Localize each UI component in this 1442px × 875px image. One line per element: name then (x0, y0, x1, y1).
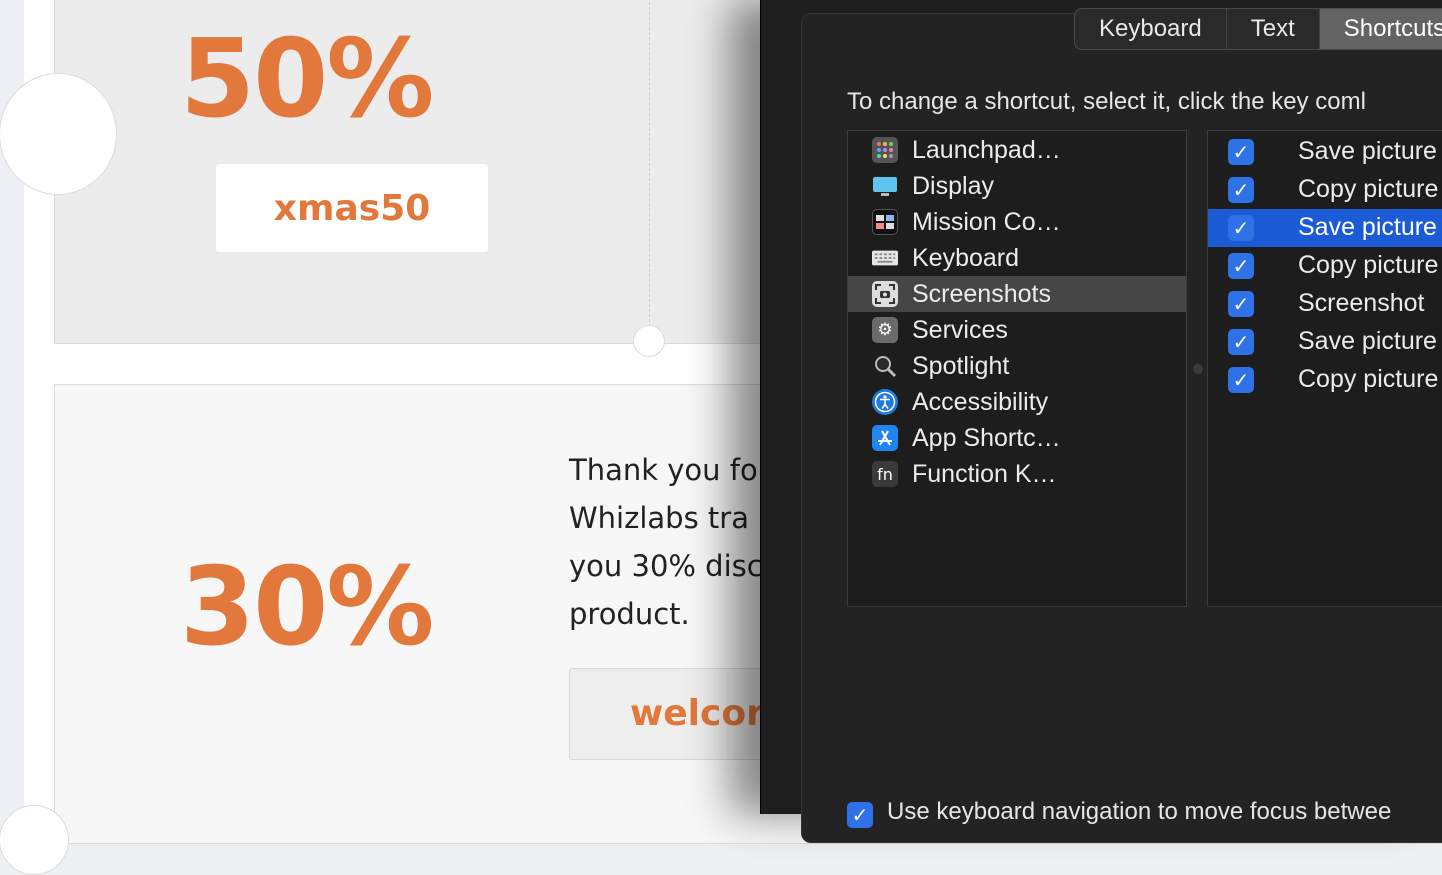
shortcut-checkbox[interactable]: ✓ (1228, 329, 1254, 355)
shortcut-checkbox[interactable]: ✓ (1228, 291, 1254, 317)
shortcut-row[interactable]: ✓ Copy picture (1208, 361, 1442, 399)
keyboard-preferences-window: Keyboard Text Shortcuts To change a shor… (760, 0, 1442, 843)
gear-icon: ⚙ (872, 317, 898, 343)
screenshot-icon (872, 281, 898, 307)
shortcut-row[interactable]: ✓ Save picture (1208, 133, 1442, 171)
category-item-keyboard[interactable]: Keyboard (848, 240, 1186, 276)
category-label: Display (912, 172, 994, 200)
keyboard-icon (872, 245, 898, 271)
category-label: Mission Co… (912, 208, 1061, 236)
category-item-spotlight[interactable]: Spotlight (848, 348, 1186, 384)
tab-text[interactable]: Text (1225, 9, 1319, 49)
category-item-display[interactable]: Display (848, 168, 1186, 204)
mission-control-icon (872, 209, 898, 235)
shortcut-checkbox[interactable]: ✓ (1228, 367, 1254, 393)
category-label: Keyboard (912, 244, 1020, 272)
coupon-notch (0, 805, 69, 875)
category-item-mission-control[interactable]: Mission Co… (848, 204, 1186, 240)
shortcut-label: Save picture (1298, 213, 1437, 241)
coupon-code: welcor (630, 693, 764, 734)
shortcut-label: Copy picture (1298, 175, 1439, 203)
tab-shortcuts[interactable]: Shortcuts (1318, 9, 1442, 49)
shortcut-checkbox[interactable]: ✓ (1228, 177, 1254, 203)
keyboard-navigation-label: Use keyboard navigation to move focus be… (887, 798, 1392, 825)
category-label: Services (912, 316, 1008, 344)
fn-key-icon: fn (872, 461, 898, 487)
split-view-handle[interactable] (1193, 364, 1203, 374)
category-label: Spotlight (912, 352, 1010, 380)
category-item-services[interactable]: ⚙ Services (848, 312, 1186, 348)
keyboard-navigation-checkbox[interactable]: ✓ (847, 802, 873, 828)
category-label: Launchpad… (912, 136, 1061, 164)
instruction-text: To change a shortcut, select it, click t… (847, 88, 1366, 115)
coupon-code: xmas50 (273, 187, 431, 229)
shortcut-row[interactable]: ✓ Copy picture (1208, 247, 1442, 285)
category-item-accessibility[interactable]: Accessibility (848, 384, 1186, 420)
coupon-divider (649, 0, 650, 327)
shortcut-category-list[interactable]: Launchpad… Display Mission Co… Keyboard … (847, 130, 1187, 607)
category-item-app-shortcuts[interactable]: App Shortc… (848, 420, 1186, 456)
discount-percent: 50% (180, 17, 435, 142)
category-label: Function K… (912, 460, 1057, 488)
coupon-notch (0, 73, 117, 195)
category-label: App Shortc… (912, 424, 1061, 452)
category-label: Accessibility (912, 388, 1049, 416)
app-store-icon (872, 425, 898, 451)
magnifier-icon (872, 353, 898, 379)
shortcut-checkbox[interactable]: ✓ (1228, 253, 1254, 279)
shortcut-label: Save picture (1298, 327, 1437, 355)
shortcut-label: Copy picture (1298, 365, 1439, 393)
shortcut-checkbox[interactable]: ✓ (1228, 139, 1254, 165)
shortcut-list[interactable]: ✓ Save picture ✓ Copy picture ✓ Save pic… (1207, 130, 1442, 607)
launchpad-icon (872, 137, 898, 163)
tab-bar: Keyboard Text Shortcuts (1074, 8, 1442, 50)
display-icon (872, 173, 898, 199)
category-label: Screenshots (912, 280, 1051, 308)
shortcut-row[interactable]: ✓ Screenshot (1208, 285, 1442, 323)
shortcut-label: Screenshot (1298, 289, 1425, 317)
coupon-code-box[interactable]: xmas50 (216, 164, 488, 252)
shortcut-row[interactable]: ✓ Copy picture (1208, 171, 1442, 209)
shortcut-label: Save picture (1298, 137, 1437, 165)
category-item-screenshots[interactable]: Screenshots (848, 276, 1186, 312)
tab-keyboard[interactable]: Keyboard (1075, 9, 1226, 49)
discount-percent: 30% (180, 545, 435, 670)
category-item-launchpad[interactable]: Launchpad… (848, 132, 1186, 168)
shortcut-row[interactable]: ✓ Save picture (1208, 209, 1442, 247)
shortcut-label: Copy picture (1298, 251, 1439, 279)
shortcut-checkbox[interactable]: ✓ (1228, 215, 1254, 241)
category-item-function-keys[interactable]: fn Function K… (848, 456, 1186, 492)
accessibility-icon (872, 389, 898, 415)
shortcut-row[interactable]: ✓ Save picture (1208, 323, 1442, 361)
coupon-notch (633, 325, 665, 357)
